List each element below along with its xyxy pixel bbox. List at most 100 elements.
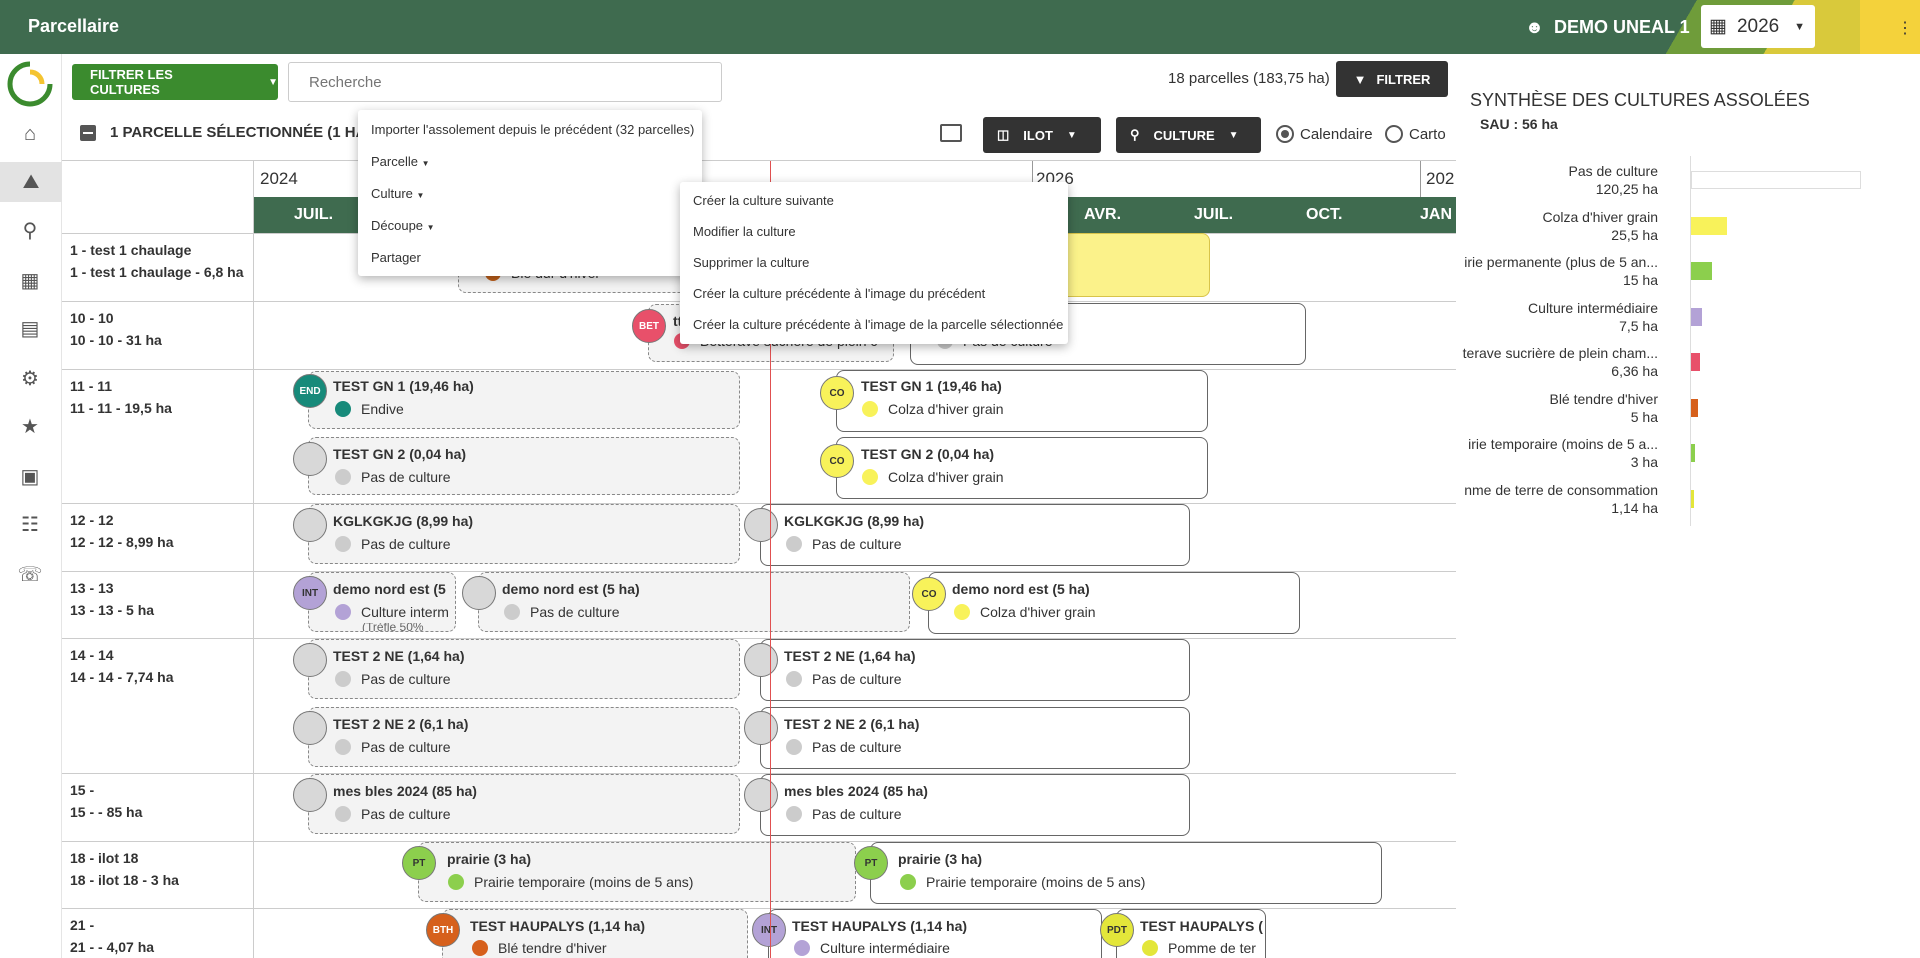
bar[interactable]: [1691, 216, 1728, 235]
row-label-line: 10 - 10 - 31 ha: [70, 332, 162, 348]
support-headset-icon[interactable]: ☏: [12, 554, 48, 594]
row-label[interactable]: 13 - 13 13 - 13 - 5 ha: [70, 577, 154, 621]
crop-label: Culture intermédiaire: [820, 940, 950, 956]
bar[interactable]: [1691, 444, 1696, 462]
crop-label: Pas de culture: [361, 671, 451, 687]
row-label[interactable]: 21 - 21 - - 4,07 ha: [70, 914, 154, 958]
row-label[interactable]: 14 - 14 14 - 14 - 7,74 ha: [70, 644, 174, 688]
parcel-name: demo nord est (5: [333, 581, 446, 597]
fullscreen-icon[interactable]: [940, 124, 962, 142]
crop-label: Pas de culture: [361, 469, 451, 485]
culture-crop: Pas de culture: [786, 671, 902, 687]
document-icon[interactable]: ☷: [12, 504, 48, 544]
selection-bar: 1 PARCELLE SÉLECTIONNÉE (1 HA): [80, 124, 371, 141]
crop-color-dot: [786, 739, 802, 755]
row-label-line: 1 - test 1 chaulage - 6,8 ha: [70, 264, 244, 280]
search-input[interactable]: [288, 62, 722, 102]
culture-crop: Pas de culture: [786, 739, 902, 755]
row-label-line: 21 - - 4,07 ha: [70, 939, 155, 955]
filter-cultures-button[interactable]: FILTRER LES CULTURES ▼: [72, 64, 278, 100]
filter-icon: ▼: [1353, 71, 1367, 87]
parcel-map-icon[interactable]: ⛰: [0, 162, 62, 202]
deselect-checkbox[interactable]: [80, 124, 96, 141]
parcel-name: TEST HAUPALYS (1,14 ha): [470, 918, 646, 934]
person-icon: ☻: [1525, 17, 1544, 37]
year-select[interactable]: ▦ 2026 ▼: [1701, 5, 1815, 48]
crop-label: Pas de culture: [361, 536, 451, 552]
crop-label: Endive: [361, 401, 404, 417]
crop-badge: INT: [752, 913, 786, 947]
row-label[interactable]: 18 - ilot 18 18 - ilot 18 - 3 ha: [70, 847, 179, 891]
crop-label: Pas de culture: [812, 671, 902, 687]
synthesis-panel: SYNTHÈSE DES CULTURES ASSOLÉES SAU : 56 …: [1456, 54, 1920, 958]
row-label[interactable]: 1 - test 1 chaulage 1 - test 1 chaulage -…: [70, 239, 244, 283]
view-calendaire-radio[interactable]: Calendaire: [1276, 125, 1373, 143]
menu-item-partager[interactable]: Partager: [371, 250, 421, 265]
row-label-line: 18 - ilot 18 - 3 ha: [70, 872, 179, 888]
bar-category-label: terave sucrière de plein cham...: [1462, 345, 1658, 361]
bar[interactable]: [1691, 262, 1713, 280]
report-icon[interactable]: ▤: [12, 308, 48, 348]
user-menu[interactable]: ☻ DEMO UNEAL 1: [1525, 17, 1690, 38]
crop-badge: CO: [820, 376, 854, 410]
radio-unchecked-icon: [1385, 125, 1403, 143]
crop-badge: CO: [912, 577, 946, 611]
bar[interactable]: [1691, 171, 1861, 189]
crop-color-dot: [335, 401, 351, 417]
row-label[interactable]: 15 - 15 - - 85 ha: [70, 779, 142, 823]
bar-value-label: 3 ha: [1630, 454, 1658, 470]
menu-item-create-prev-from-prev[interactable]: Créer la culture précédente à l'image du…: [693, 286, 985, 301]
crop-badge: [744, 778, 778, 812]
crop-badge: PT: [402, 846, 436, 880]
crop-badge: BTH: [426, 913, 460, 947]
menu-item-decoupe[interactable]: Découpe ▼: [371, 218, 435, 233]
ilot-select[interactable]: ◫ ILOT ▼: [983, 117, 1101, 153]
row-label-line: 14 - 14 - 7,74 ha: [70, 669, 174, 685]
bar[interactable]: [1691, 307, 1702, 326]
bar-value-label: 25,5 ha: [1611, 226, 1658, 243]
calendar-31-icon[interactable]: ▦: [12, 260, 48, 300]
more-menu[interactable]: ⋮: [1860, 0, 1920, 54]
bar-value-label: 7,5 ha: [1619, 317, 1658, 334]
row-label[interactable]: 12 - 12 12 - 12 - 8,99 ha: [70, 509, 174, 553]
parcel-name: TEST 2 NE (1,64 ha): [333, 648, 465, 664]
bar-value-label: 120,25 ha: [1595, 181, 1658, 197]
filter-button[interactable]: ▼ FILTRER: [1336, 61, 1448, 97]
menu-item-parcelle[interactable]: Parcelle ▼: [371, 154, 430, 169]
menu-item-create-next[interactable]: Créer la culture suivante: [693, 193, 834, 208]
parcel-name: TEST GN 2 (0,04 ha): [861, 446, 995, 462]
bar-label: Colza d'hiver grain 25,5 ha: [1438, 208, 1658, 244]
row-label[interactable]: 11 - 11 11 - 11 - 19,5 ha: [70, 375, 172, 419]
menu-item-import[interactable]: Importer l'assolement depuis le précéden…: [371, 122, 694, 137]
culture-crop: Pas de culture: [335, 671, 451, 687]
year-label: 2024: [260, 169, 298, 188]
view-carto-label: Carto: [1409, 125, 1446, 143]
row-label-line: 12 - 12: [70, 512, 114, 528]
home-icon[interactable]: ⌂: [12, 114, 48, 154]
bar[interactable]: [1691, 398, 1699, 417]
crop-label: Pas de culture: [361, 806, 451, 822]
crop-label: Prairie temporaire (moins de 5 ans): [474, 874, 694, 890]
row-label[interactable]: 10 - 10 10 - 10 - 31 ha: [70, 307, 162, 351]
culture-select[interactable]: ⚲ CULTURE ▼: [1116, 117, 1261, 153]
crop-badge: [293, 711, 327, 745]
star-icon[interactable]: ★: [12, 406, 48, 446]
menu-item-edit[interactable]: Modifier la culture: [693, 224, 796, 239]
menu-item-culture[interactable]: Culture ▼: [371, 186, 424, 201]
bar[interactable]: [1691, 489, 1694, 508]
view-carto-radio[interactable]: Carto: [1385, 125, 1446, 143]
crop-badge: CO: [820, 444, 854, 478]
crop-color-dot: [794, 940, 810, 956]
tractor-icon[interactable]: ⚙: [12, 358, 48, 398]
warehouse-icon[interactable]: ▣: [12, 456, 48, 496]
row-label-line: 13 - 13 - 5 ha: [70, 602, 155, 618]
location-icon[interactable]: ⚲: [12, 210, 48, 250]
menu-item-delete[interactable]: Supprimer la culture: [693, 255, 809, 270]
menu-item-create-prev-from-selected[interactable]: Créer la culture précédente à l'image de…: [693, 317, 1063, 332]
bar[interactable]: [1691, 353, 1700, 371]
culture-crop: Culture intermédiaire: [794, 940, 950, 956]
row-divider: [62, 638, 1456, 639]
crop-label: Pomme de ter: [1168, 940, 1256, 956]
caret-down-icon: ▼: [1228, 129, 1239, 141]
crop-badge: [744, 508, 778, 542]
